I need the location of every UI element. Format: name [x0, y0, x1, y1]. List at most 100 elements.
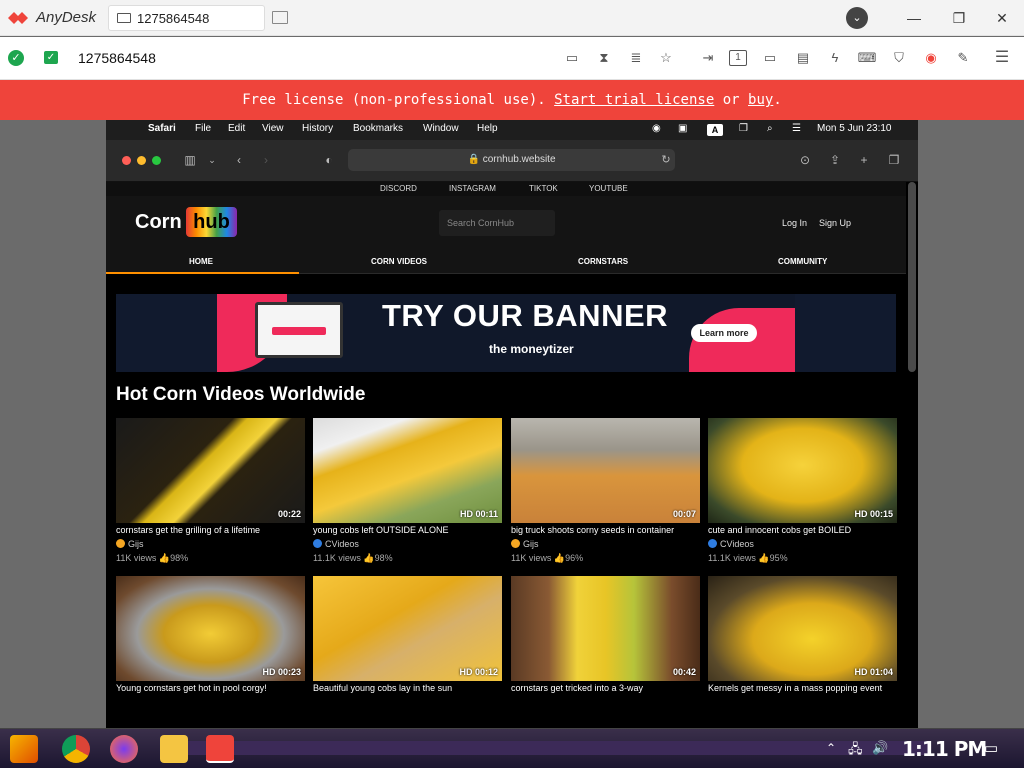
database-icon[interactable]: ≣: [626, 48, 646, 68]
sidebar-icon[interactable]: ▥: [182, 152, 198, 168]
video-uploader[interactable]: Gijs: [116, 539, 144, 549]
chrome-icon[interactable]: [62, 735, 90, 763]
menu-view[interactable]: View: [262, 123, 284, 134]
window-icon[interactable]: ❐: [739, 123, 748, 134]
anydesk-taskbar-icon[interactable]: [206, 735, 234, 763]
social-youtube[interactable]: YOUTUBE: [589, 184, 628, 193]
chevron-down-icon[interactable]: ⌄: [204, 152, 220, 168]
signup-link[interactable]: Sign Up: [819, 218, 851, 228]
volume-icon[interactable]: 🔊: [872, 740, 888, 756]
ad-banner[interactable]: TRY OUR BANNER the moneytizer Learn more: [116, 294, 896, 372]
close-button[interactable]: ✕: [990, 6, 1014, 30]
download-icon[interactable]: ⊙: [797, 152, 813, 168]
video-title[interactable]: Kernels get messy in a mass popping even…: [708, 683, 897, 693]
page-scrollbar[interactable]: [908, 182, 916, 372]
minimize-button[interactable]: —: [902, 6, 926, 30]
close-window-button[interactable]: [122, 156, 131, 165]
video-card[interactable]: HD 00:11 young cobs left OUTSIDE ALONE C…: [313, 418, 502, 563]
forward-icon[interactable]: ›: [258, 152, 274, 168]
firefox-icon[interactable]: [110, 735, 138, 763]
record-icon[interactable]: ◉: [921, 48, 941, 68]
display-icon[interactable]: ▭: [760, 48, 780, 68]
address-bar[interactable]: 🔒 cornhub.website: [348, 149, 675, 171]
video-thumbnail[interactable]: HD 00:11: [313, 418, 502, 523]
notification-icon[interactable]: ▭: [984, 739, 998, 757]
video-card[interactable]: HD 01:04 Kernels get messy in a mass pop…: [708, 576, 897, 716]
privacy-icon[interactable]: ▭: [562, 48, 582, 68]
nav-home[interactable]: HOME: [189, 257, 213, 266]
video-title[interactable]: cornstars get the grilling of a lifetime: [116, 525, 305, 535]
display-1-icon[interactable]: 1: [729, 50, 747, 66]
pen-icon[interactable]: ✎: [953, 48, 973, 68]
video-card[interactable]: HD 00:23 Young cornstars get hot in pool…: [116, 576, 305, 716]
new-session-button[interactable]: [272, 11, 288, 24]
menu-window[interactable]: Window: [423, 123, 459, 134]
video-thumbnail[interactable]: HD 01:04: [708, 576, 897, 681]
social-discord[interactable]: DISCORD: [380, 184, 417, 193]
menu-file[interactable]: File: [195, 123, 211, 134]
hourglass-icon[interactable]: ⧗: [594, 48, 614, 68]
login-link[interactable]: Log In: [782, 218, 807, 228]
network-icon[interactable]: 🖧: [848, 740, 863, 762]
chat-icon[interactable]: ▤: [793, 48, 813, 68]
accessibility-icon[interactable]: ◉: [652, 123, 661, 134]
nav-cornstars[interactable]: CORNSTARS: [578, 257, 628, 266]
address-field[interactable]: 1275864548: [78, 50, 156, 66]
chevron-up-icon[interactable]: ⌃: [826, 741, 836, 755]
session-tab[interactable]: 1275864548: [108, 5, 265, 31]
video-title[interactable]: big truck shoots corny seeds in containe…: [511, 525, 700, 535]
video-title[interactable]: cornstars get tricked into a 3-way: [511, 683, 700, 693]
hamburger-menu-icon[interactable]: ☰: [992, 48, 1012, 68]
video-thumbnail[interactable]: HD 00:15: [708, 418, 897, 523]
video-card[interactable]: HD 00:15 cute and innocent cobs get BOIL…: [708, 418, 897, 563]
tab-overview-icon[interactable]: ❐: [886, 152, 902, 168]
menu-clock[interactable]: Mon 5 Jun 23:10: [817, 123, 892, 134]
file-explorer-icon[interactable]: [160, 735, 188, 763]
video-thumbnail[interactable]: 00:22: [116, 418, 305, 523]
taskbar-clock[interactable]: 1:11 PM: [902, 737, 987, 761]
keyboard-icon[interactable]: ⌨: [857, 48, 877, 68]
remote-screen[interactable]: Safari File Edit View History Bookmarks …: [106, 120, 918, 728]
search-input[interactable]: Search CornHub: [439, 210, 555, 236]
menu-bookmarks[interactable]: Bookmarks: [353, 123, 403, 134]
back-icon[interactable]: ‹: [231, 152, 247, 168]
search-icon[interactable]: ⌕: [767, 123, 773, 134]
video-title[interactable]: Young cornstars get hot in pool corgy!: [116, 683, 305, 693]
menu-edit[interactable]: Edit: [228, 123, 245, 134]
video-thumbnail[interactable]: HD 00:12: [313, 576, 502, 681]
buy-link[interactable]: buy: [748, 92, 773, 108]
video-thumbnail[interactable]: 00:42: [511, 576, 700, 681]
input-source-icon[interactable]: A: [707, 124, 723, 136]
nav-community[interactable]: COMMUNITY: [778, 257, 827, 266]
file-transfer-icon[interactable]: ⇥: [698, 48, 718, 68]
zoom-window-button[interactable]: [152, 156, 161, 165]
site-logo-text[interactable]: Corn: [135, 211, 182, 234]
video-card[interactable]: HD 00:12 Beautiful young cobs lay in the…: [313, 576, 502, 716]
star-icon[interactable]: ☆: [656, 48, 676, 68]
start-icon[interactable]: [10, 735, 38, 763]
video-uploader[interactable]: CVideos: [708, 539, 754, 549]
video-thumbnail[interactable]: HD 00:23: [116, 576, 305, 681]
new-tab-icon[interactable]: +: [856, 152, 872, 168]
video-thumbnail[interactable]: 00:07: [511, 418, 700, 523]
video-card[interactable]: 00:07 big truck shoots corny seeds in co…: [511, 418, 700, 563]
video-title[interactable]: cute and innocent cobs get BOILED: [708, 525, 897, 535]
menu-help[interactable]: Help: [477, 123, 498, 134]
camera-icon[interactable]: ▣: [678, 123, 687, 134]
actions-icon[interactable]: ϟ: [825, 48, 845, 68]
video-title[interactable]: young cobs left OUTSIDE ALONE: [313, 525, 502, 535]
menu-safari[interactable]: Safari: [148, 123, 176, 134]
social-instagram[interactable]: INSTAGRAM: [449, 184, 496, 193]
menu-history[interactable]: History: [302, 123, 333, 134]
chevron-down-icon[interactable]: ⌄: [846, 7, 868, 29]
control-center-icon[interactable]: ☰: [792, 123, 801, 134]
video-card[interactable]: 00:22 cornstars get the grilling of a li…: [116, 418, 305, 563]
site-logo-badge[interactable]: hub: [186, 207, 237, 237]
shield-icon[interactable]: ⛉: [889, 48, 909, 68]
video-uploader[interactable]: CVideos: [313, 539, 359, 549]
share-icon[interactable]: ⇪: [827, 152, 843, 168]
start-trial-link[interactable]: Start trial license: [554, 92, 714, 108]
video-card[interactable]: 00:42 cornstars get tricked into a 3-way: [511, 576, 700, 716]
privacy-shield-icon[interactable]: ◐: [321, 152, 337, 168]
social-tiktok[interactable]: TIKTOK: [529, 184, 558, 193]
